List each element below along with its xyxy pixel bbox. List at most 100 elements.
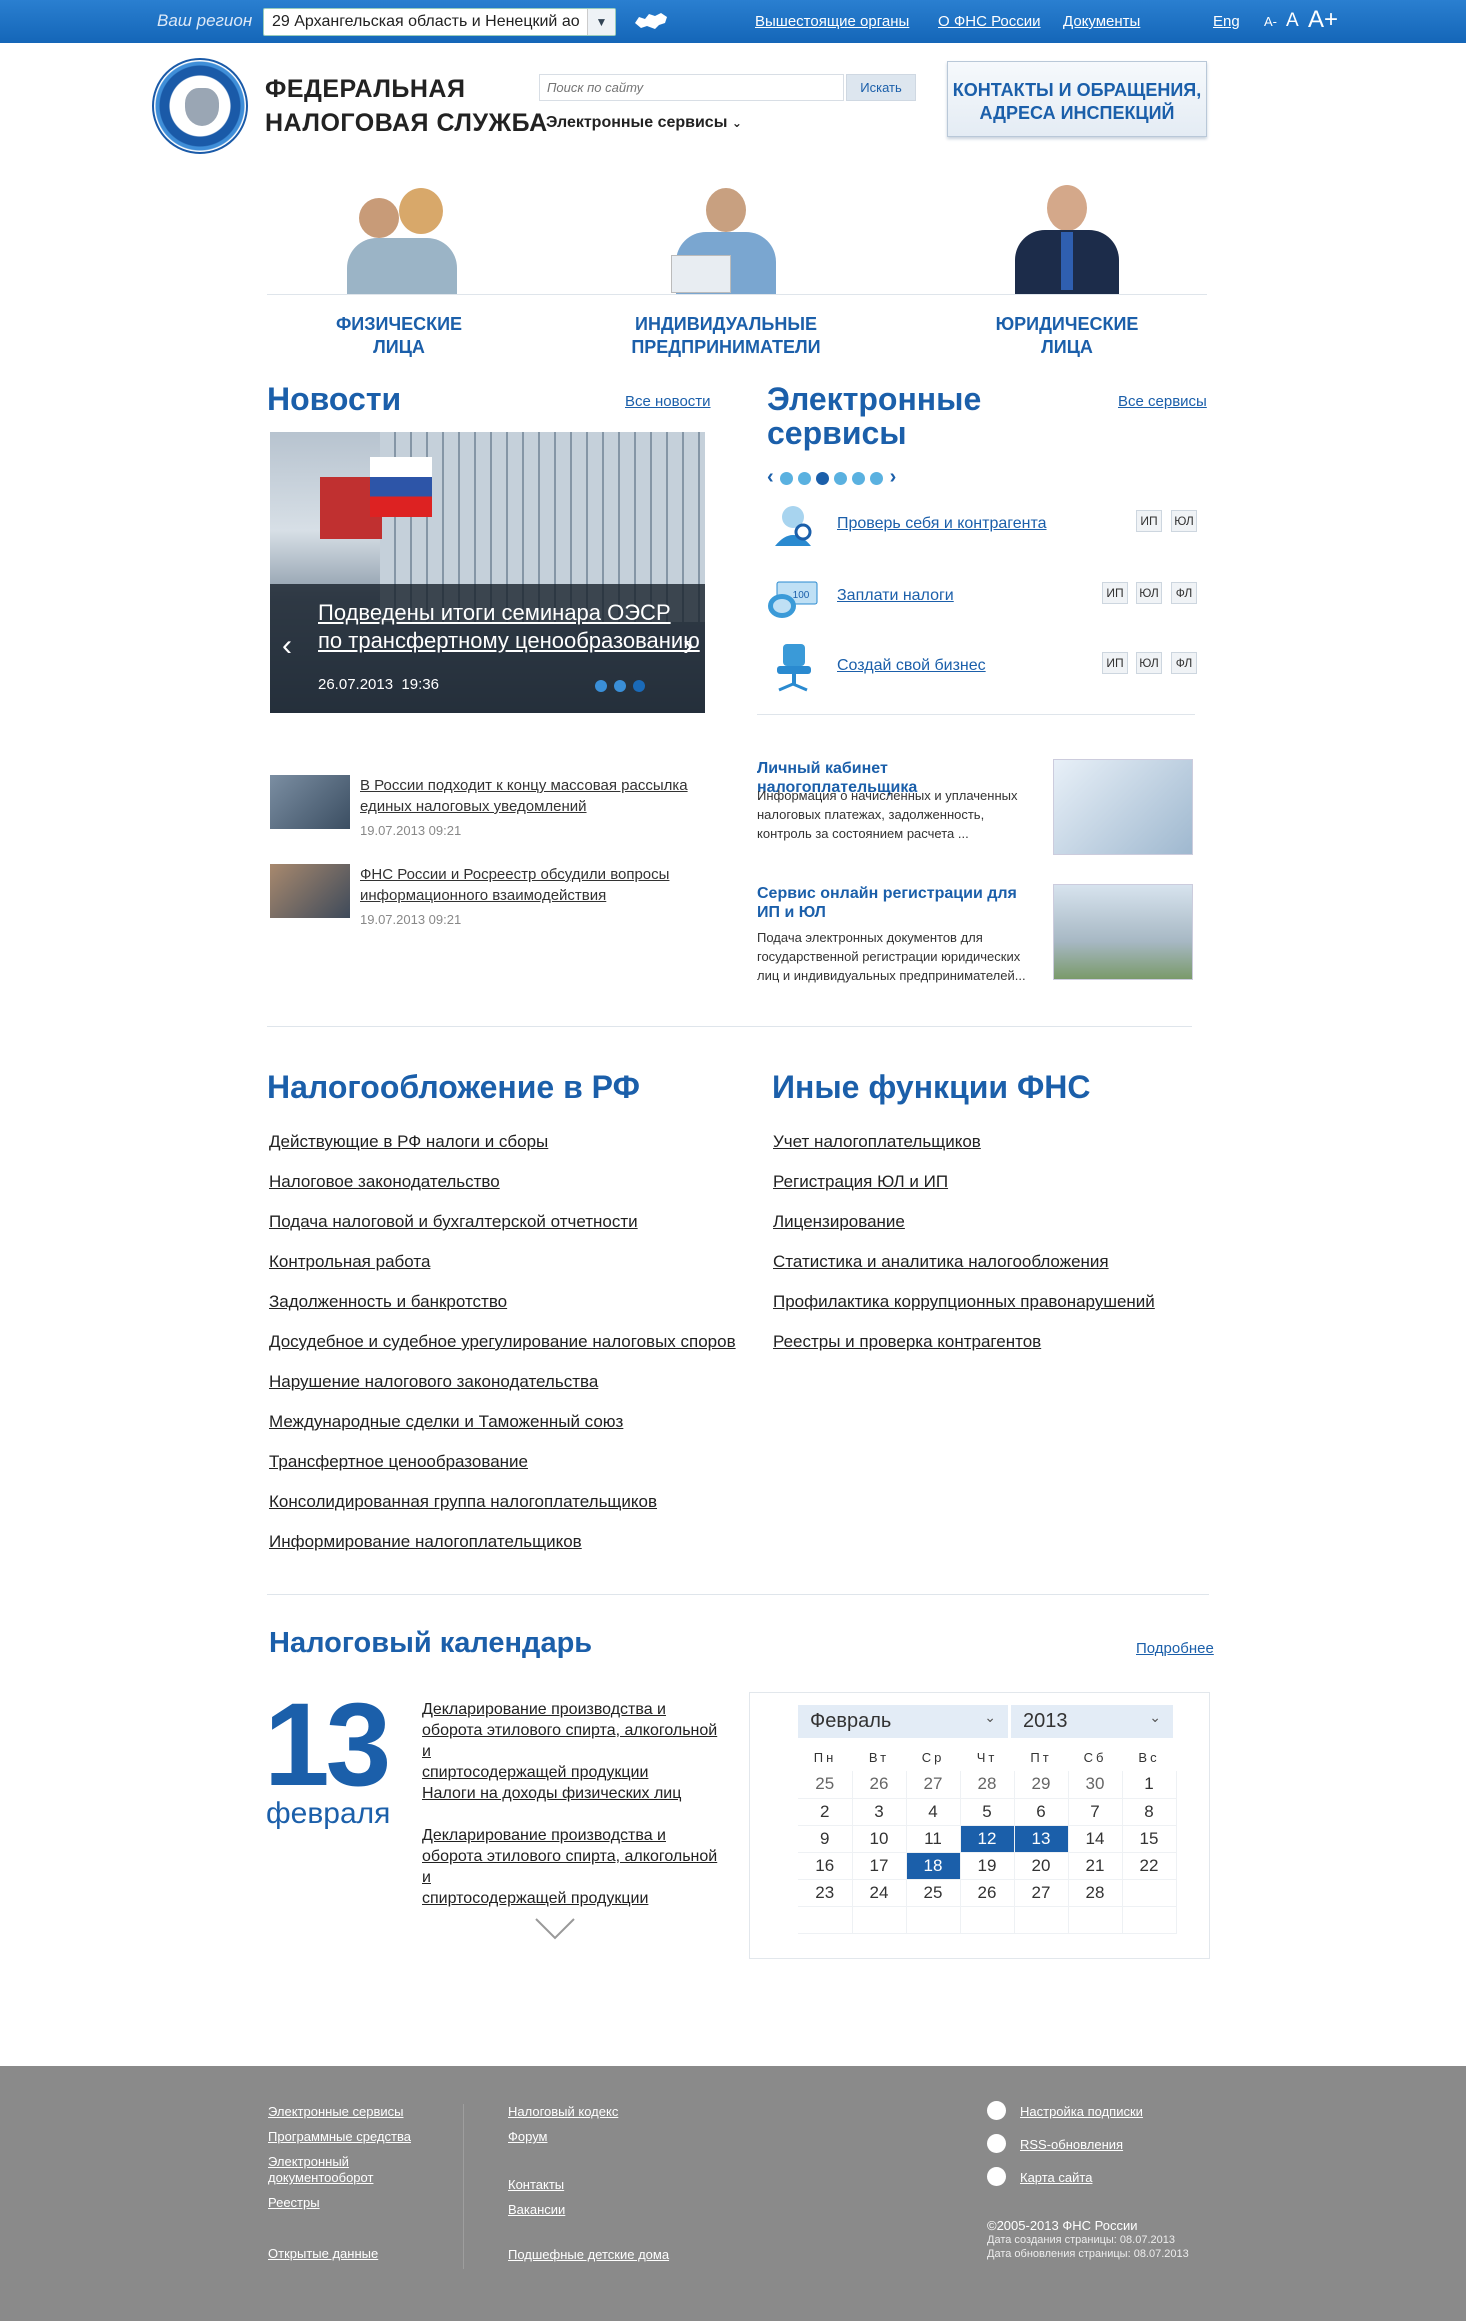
- audience-legal-entities[interactable]: ЮРИДИЧЕСКИЕ ЛИЦА: [917, 180, 1217, 359]
- month-select[interactable]: Февраль ⌄: [798, 1705, 1008, 1738]
- tag-ip[interactable]: ИП: [1136, 510, 1162, 532]
- tag-fl[interactable]: ФЛ: [1171, 582, 1197, 604]
- taxation-link[interactable]: Информирование налогоплательщиков: [269, 1522, 736, 1562]
- calendar-day-cell[interactable]: 15: [1122, 1825, 1177, 1853]
- calendar-day-cell[interactable]: 16: [798, 1852, 853, 1880]
- font-small-button[interactable]: A-: [1264, 14, 1277, 29]
- calendar-day-cell[interactable]: 21: [1068, 1852, 1123, 1880]
- tag-ul[interactable]: ЮЛ: [1136, 582, 1162, 604]
- promo-personal-cabinet[interactable]: Личный кабинет налогоплательщика Информа…: [757, 759, 1207, 859]
- carousel-dot[interactable]: [869, 472, 883, 486]
- region-select[interactable]: 29 Архангельская область и Ненецкий ао ▼: [263, 8, 616, 36]
- calendar-day-cell[interactable]: 27: [1014, 1879, 1069, 1907]
- other-function-link[interactable]: Профилактика коррупционных правонарушени…: [773, 1282, 1155, 1322]
- news-headline[interactable]: В России подходит к концу массовая рассы…: [360, 775, 690, 817]
- calendar-day-cell[interactable]: 28: [1068, 1879, 1123, 1907]
- calendar-day-cell[interactable]: 5: [960, 1798, 1015, 1826]
- carousel-dot[interactable]: [779, 472, 793, 486]
- calendar-day-cell[interactable]: 1: [1122, 1771, 1177, 1799]
- calendar-day-cell[interactable]: 10: [852, 1825, 907, 1853]
- slider-dot[interactable]: [614, 680, 626, 692]
- lang-switch[interactable]: Eng: [1213, 13, 1240, 30]
- nav-about[interactable]: О ФНС России: [938, 13, 1041, 30]
- taxation-link[interactable]: Контрольная работа: [269, 1242, 736, 1282]
- footer-link[interactable]: Открытые данные: [268, 2246, 378, 2262]
- promo-online-registration[interactable]: Сервис онлайн регистрации для ИП и ЮЛ Под…: [757, 884, 1207, 984]
- other-function-link[interactable]: Учет налогоплательщиков: [773, 1122, 1155, 1162]
- footer-link[interactable]: RSS-обновления: [1020, 2137, 1123, 2153]
- calendar-day-cell[interactable]: 26: [852, 1771, 907, 1799]
- slider-dot[interactable]: [633, 680, 645, 692]
- carousel-dot[interactable]: [815, 472, 829, 486]
- footer-link[interactable]: Реестры: [268, 2195, 320, 2211]
- carousel-dot[interactable]: [851, 472, 865, 486]
- calendar-day-cell[interactable]: 28: [960, 1771, 1015, 1799]
- taxation-link[interactable]: Консолидированная группа налогоплательщи…: [269, 1482, 736, 1522]
- year-select[interactable]: 2013 ⌄: [1011, 1705, 1173, 1738]
- tag-fl[interactable]: ФЛ: [1171, 652, 1197, 674]
- calendar-day-cell[interactable]: 22: [1122, 1852, 1177, 1880]
- carousel-dot[interactable]: [797, 472, 811, 486]
- carousel-next-icon[interactable]: ›: [890, 466, 897, 488]
- carousel-dot[interactable]: [833, 472, 847, 486]
- font-large-button[interactable]: A+: [1308, 6, 1338, 34]
- news-slider[interactable]: ‹ Подведены итоги семинара ОЭСР по трансф…: [270, 432, 705, 713]
- other-function-link[interactable]: Регистрация ЮЛ и ИП: [773, 1162, 1155, 1202]
- calendar-day-cell[interactable]: 3: [852, 1798, 907, 1826]
- slide-headline[interactable]: Подведены итоги семинара ОЭСР по трансфер…: [318, 599, 700, 655]
- calendar-day-cell[interactable]: 30: [1068, 1771, 1123, 1799]
- news-headline[interactable]: ФНС России и Росреестр обсудили вопросы и…: [360, 864, 690, 906]
- calendar-day-cell[interactable]: 4: [906, 1798, 961, 1826]
- nav-higher-bodies[interactable]: Вышестоящие органы: [755, 13, 909, 30]
- site-title[interactable]: ФЕДЕРАЛЬНАЯ НАЛОГОВАЯ СЛУЖБА: [265, 72, 548, 140]
- footer-link[interactable]: Форум: [508, 2129, 548, 2145]
- taxation-link[interactable]: Трансфертное ценообразование: [269, 1442, 736, 1482]
- taxation-link[interactable]: Международные сделки и Таможенный союз: [269, 1402, 736, 1442]
- footer-link[interactable]: Электронный документооборот: [268, 2154, 373, 2186]
- calendar-event[interactable]: Декларирование производства и оборота эти…: [422, 1699, 722, 1783]
- calendar-day-cell[interactable]: 20: [1014, 1852, 1069, 1880]
- calendar-day-cell[interactable]: 11: [906, 1825, 961, 1853]
- promo-title[interactable]: Сервис онлайн регистрации для ИП и ЮЛ: [757, 884, 1047, 922]
- slider-prev-icon[interactable]: ‹: [282, 629, 292, 663]
- footer-link[interactable]: Контакты: [508, 2177, 564, 2193]
- calendar-day-cell[interactable]: 29: [1014, 1771, 1069, 1799]
- calendar-day-cell[interactable]: 6: [1014, 1798, 1069, 1826]
- calendar-event[interactable]: Декларирование производства и оборота эти…: [422, 1825, 722, 1909]
- taxation-link[interactable]: Действующие в РФ налоги и сборы: [269, 1122, 736, 1162]
- calendar-day-cell[interactable]: 17: [852, 1852, 907, 1880]
- calendar-day-cell[interactable]: 2: [798, 1798, 853, 1826]
- calendar-day-cell[interactable]: 24: [852, 1879, 907, 1907]
- slider-next-icon[interactable]: ›: [683, 629, 693, 663]
- calendar-day-cell[interactable]: 25: [798, 1771, 853, 1799]
- calendar-day-cell[interactable]: 23: [798, 1879, 853, 1907]
- calendar-day-cell[interactable]: [1122, 1879, 1177, 1907]
- tag-ul[interactable]: ЮЛ: [1171, 510, 1197, 532]
- calendar-day-cell[interactable]: 26: [960, 1879, 1015, 1907]
- taxation-link[interactable]: Задолженность и банкротство: [269, 1282, 736, 1322]
- service-start-business[interactable]: Создай свой бизнес ИП ЮЛ ФЛ: [765, 642, 1200, 692]
- tag-ip[interactable]: ИП: [1102, 582, 1128, 604]
- calendar-event[interactable]: Налоги на доходы физических лиц: [422, 1783, 722, 1804]
- calendar-day-cell[interactable]: 9: [798, 1825, 853, 1853]
- footer-link[interactable]: Настройка подписки: [1020, 2104, 1143, 2120]
- calendar-day-cell[interactable]: 7: [1068, 1798, 1123, 1826]
- all-services-link[interactable]: Все сервисы: [1118, 393, 1207, 410]
- font-normal-button[interactable]: A: [1286, 10, 1299, 32]
- service-pay-taxes[interactable]: 100 Заплати налоги ИП ЮЛ ФЛ: [765, 572, 1200, 622]
- audience-entrepreneurs[interactable]: ИНДИВИДУАЛЬНЫЕ ПРЕДПРИНИМАТЕЛИ: [576, 180, 876, 359]
- all-news-link[interactable]: Все новости: [625, 393, 711, 410]
- calendar-day-cell[interactable]: 18: [906, 1852, 961, 1880]
- calendar-day-cell[interactable]: 13: [1014, 1825, 1069, 1853]
- taxation-link[interactable]: Подача налоговой и бухгалтерской отчетно…: [269, 1202, 736, 1242]
- tag-ul[interactable]: ЮЛ: [1136, 652, 1162, 674]
- calendar-day-cell[interactable]: 12: [960, 1825, 1015, 1853]
- search-input[interactable]: [539, 74, 844, 101]
- footer-link[interactable]: Карта сайта: [1020, 2170, 1092, 2186]
- taxation-link[interactable]: Досудебное и судебное урегулирование нал…: [269, 1322, 736, 1362]
- slider-dot[interactable]: [595, 680, 607, 692]
- calendar-day-cell[interactable]: 8: [1122, 1798, 1177, 1826]
- taxation-link[interactable]: Нарушение налогового законодательства: [269, 1362, 736, 1402]
- calendar-day-cell[interactable]: 19: [960, 1852, 1015, 1880]
- russia-map-icon[interactable]: [633, 11, 669, 31]
